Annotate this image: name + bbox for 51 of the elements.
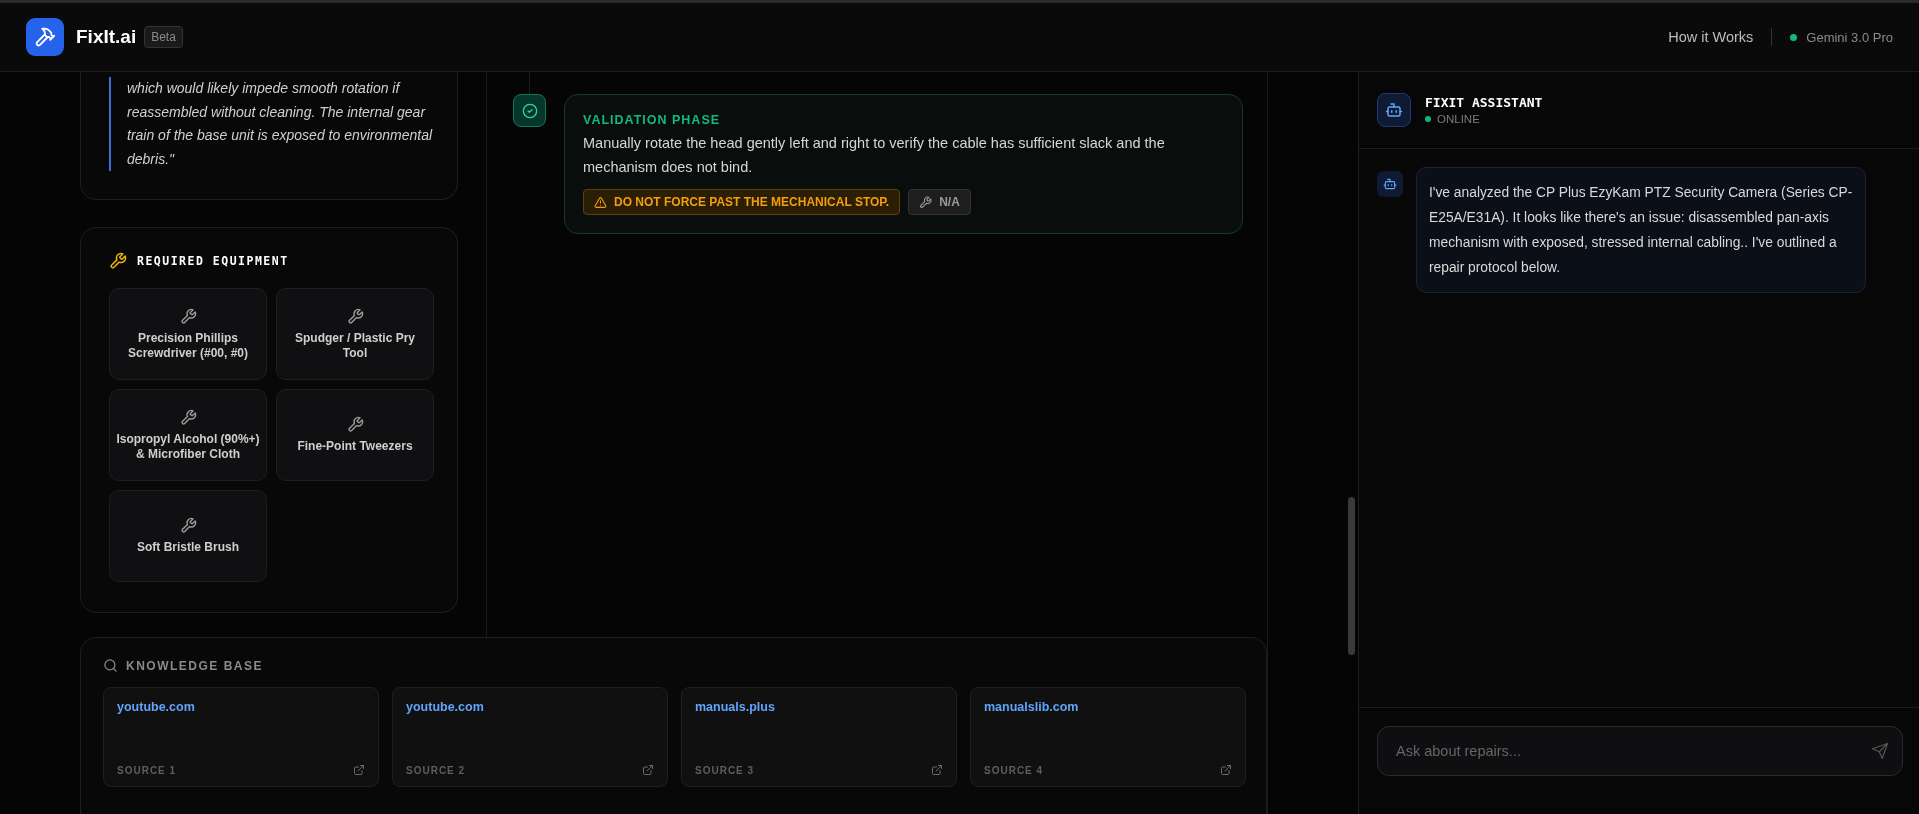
wrench-icon: [179, 307, 197, 325]
warning-badge: DO NOT FORCE PAST THE MECHANICAL STOP.: [583, 189, 901, 215]
source-link[interactable]: youtube.com: [406, 700, 654, 714]
source-link[interactable]: youtube.com: [117, 700, 365, 714]
source-card[interactable]: manuals.plus SOURCE 3: [681, 687, 957, 787]
step-phase: VALIDATION PHASE: [583, 113, 722, 127]
search-icon: [103, 658, 118, 673]
beta-badge: Beta: [144, 26, 183, 48]
equipment-name: Spudger / Plastic Pry Tool: [293, 330, 416, 361]
wrench-icon: [346, 307, 364, 325]
assistant-message: I've analyzed the CP Plus EzyKam PTZ Security Camera (Series CP-E25A/E31A). It looks like there's an issue: disassembled pan-axis mechanism with exposed, stressed internal cabling.. I've outlined a repair protocol below.: [1416, 167, 1866, 293]
assistant-title: FIXIT ASSISTANT: [1425, 95, 1543, 110]
equipment-name: Isopropyl Alcohol (90%+) & Microfiber Cloth: [116, 431, 260, 462]
model-name: Gemini 3.0 Pro: [1806, 29, 1893, 45]
wrench-icon: [346, 416, 364, 433]
source-label: SOURCE 1: [117, 764, 177, 776]
source-card[interactable]: youtube.com SOURCE 2: [392, 687, 668, 787]
equipment-name: Precision Phillips Screwdriver (#00, #0): [126, 330, 250, 361]
source-label: SOURCE 4: [984, 764, 1044, 776]
status-dot: [1790, 33, 1798, 41]
robot-icon: [1383, 177, 1397, 191]
source-link[interactable]: manualslib.com: [984, 700, 1232, 714]
assistant-status: ONLINE: [1437, 113, 1480, 125]
wrench-icon: [179, 408, 197, 426]
source-label: SOURCE 3: [695, 764, 755, 776]
source-label: SOURCE 2: [406, 764, 466, 776]
diagnosis-quote: which would likely impede smooth rotation if reassembled without cleaning. The internal gear train of the base unit is exposed to environmental debris.": [109, 77, 443, 171]
wrench-icon: [919, 195, 933, 209]
app-name: FixIt.ai: [76, 26, 137, 48]
scrollbar-thumb[interactable]: [1348, 497, 1355, 655]
hammer-logo-icon: [26, 18, 64, 56]
source-card[interactable]: manualslib.com SOURCE 4: [970, 687, 1246, 787]
equipment-name: Fine-Point Tweezers: [297, 439, 413, 454]
external-link-icon: [353, 764, 365, 776]
external-link-icon: [931, 764, 943, 776]
how-it-works-link[interactable]: How it Works: [1668, 29, 1754, 45]
tool-badge: N/A: [908, 189, 971, 215]
status-dot: [1425, 116, 1431, 122]
equipment-name: Soft Bristle Brush: [137, 540, 239, 555]
wrench-icon: [109, 252, 127, 270]
step-instructions: Manually rotate the head gently left and right to verify the cable has sufficient slack and the mechanism does not bind.: [583, 134, 1166, 177]
external-link-icon: [1220, 764, 1232, 776]
section-title: KNOWLEDGE BASE: [126, 658, 263, 673]
source-card[interactable]: youtube.com SOURCE 1: [103, 687, 379, 787]
source-link[interactable]: manuals.plus: [695, 700, 943, 714]
chat-input-field[interactable]: Ask about repairs...: [1377, 726, 1903, 776]
robot-icon: [1385, 101, 1403, 119]
wrench-icon: [179, 517, 197, 534]
external-link-icon: [642, 764, 654, 776]
section-title: REQUIRED EQUIPMENT: [137, 254, 289, 268]
send-icon[interactable]: [1871, 742, 1889, 760]
